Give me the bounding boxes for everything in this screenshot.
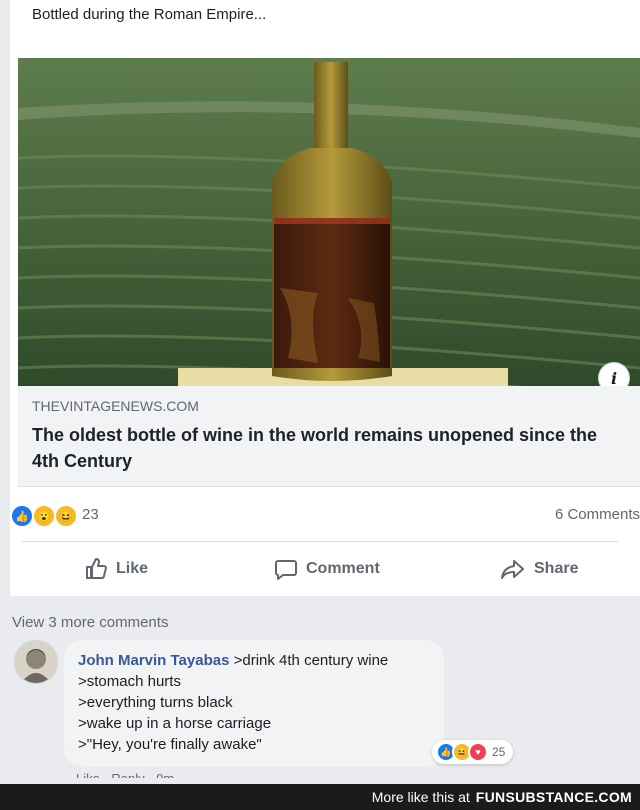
comment-text-line: >drink 4th century wine (233, 652, 389, 669)
divider (22, 541, 618, 542)
heart-icon: ♥ (468, 742, 488, 762)
comment-reaction-count: 25 (492, 745, 506, 759)
like-icon[interactable]: 👍 (10, 504, 34, 528)
watermark-brand: FUNSUBSTANCE.COM (475, 789, 632, 805)
reactions-row: 👍 😮 😆 23 6 Comments (10, 496, 640, 536)
reaction-count[interactable]: 23 (82, 506, 99, 523)
wow-icon[interactable]: 😮 (32, 504, 56, 528)
share-label: Share (534, 560, 579, 577)
link-title: The oldest bottle of wine in the world r… (32, 425, 598, 471)
comment-first-line: John Marvin Tayabas >drink 4th century w… (78, 652, 388, 669)
comments-count[interactable]: 6 Comments (555, 506, 640, 523)
avatar[interactable] (14, 640, 58, 684)
comment-footer[interactable]: Like · Reply · 9m (76, 768, 174, 778)
comment-text-line: >everything turns black (78, 694, 233, 711)
comment-label: Comment (306, 560, 380, 577)
comment-text-line: >stomach hurts (78, 673, 181, 690)
comment-icon (274, 557, 298, 581)
comment-text-line: >wake up in a horse carriage (78, 715, 272, 732)
post-text: Bottled during the Roman Empire... (32, 6, 267, 23)
link-preview-meta[interactable]: THEVINTAGENEWS.COM The oldest bottle of … (18, 386, 640, 487)
watermark-text: More like this at (371, 789, 470, 805)
share-button[interactable]: Share (500, 552, 578, 586)
thumbs-up-icon (84, 557, 108, 581)
haha-icon[interactable]: 😆 (54, 504, 78, 528)
comment-bubble: John Marvin Tayabas >drink 4th century w… (64, 640, 444, 766)
like-label: Like (116, 560, 149, 577)
share-icon (500, 557, 526, 581)
link-preview-image[interactable]: i (18, 58, 640, 386)
comment-reactions[interactable]: 👍 😆 ♥ 25 (432, 740, 514, 764)
comment-author[interactable]: John Marvin Tayabas (78, 652, 229, 669)
comment-button[interactable]: Comment (274, 552, 380, 586)
view-more-comments[interactable]: View 3 more comments (12, 614, 168, 631)
wine-bottle-photo (18, 58, 640, 386)
comment-text-line: >"Hey, you're finally awake" (78, 736, 262, 753)
watermark: More like this at FUNSUBSTANCE.COM (0, 784, 640, 810)
info-icon[interactable]: i (598, 362, 630, 386)
like-button[interactable]: Like (84, 552, 148, 586)
link-domain: THEVINTAGENEWS.COM (32, 398, 199, 414)
